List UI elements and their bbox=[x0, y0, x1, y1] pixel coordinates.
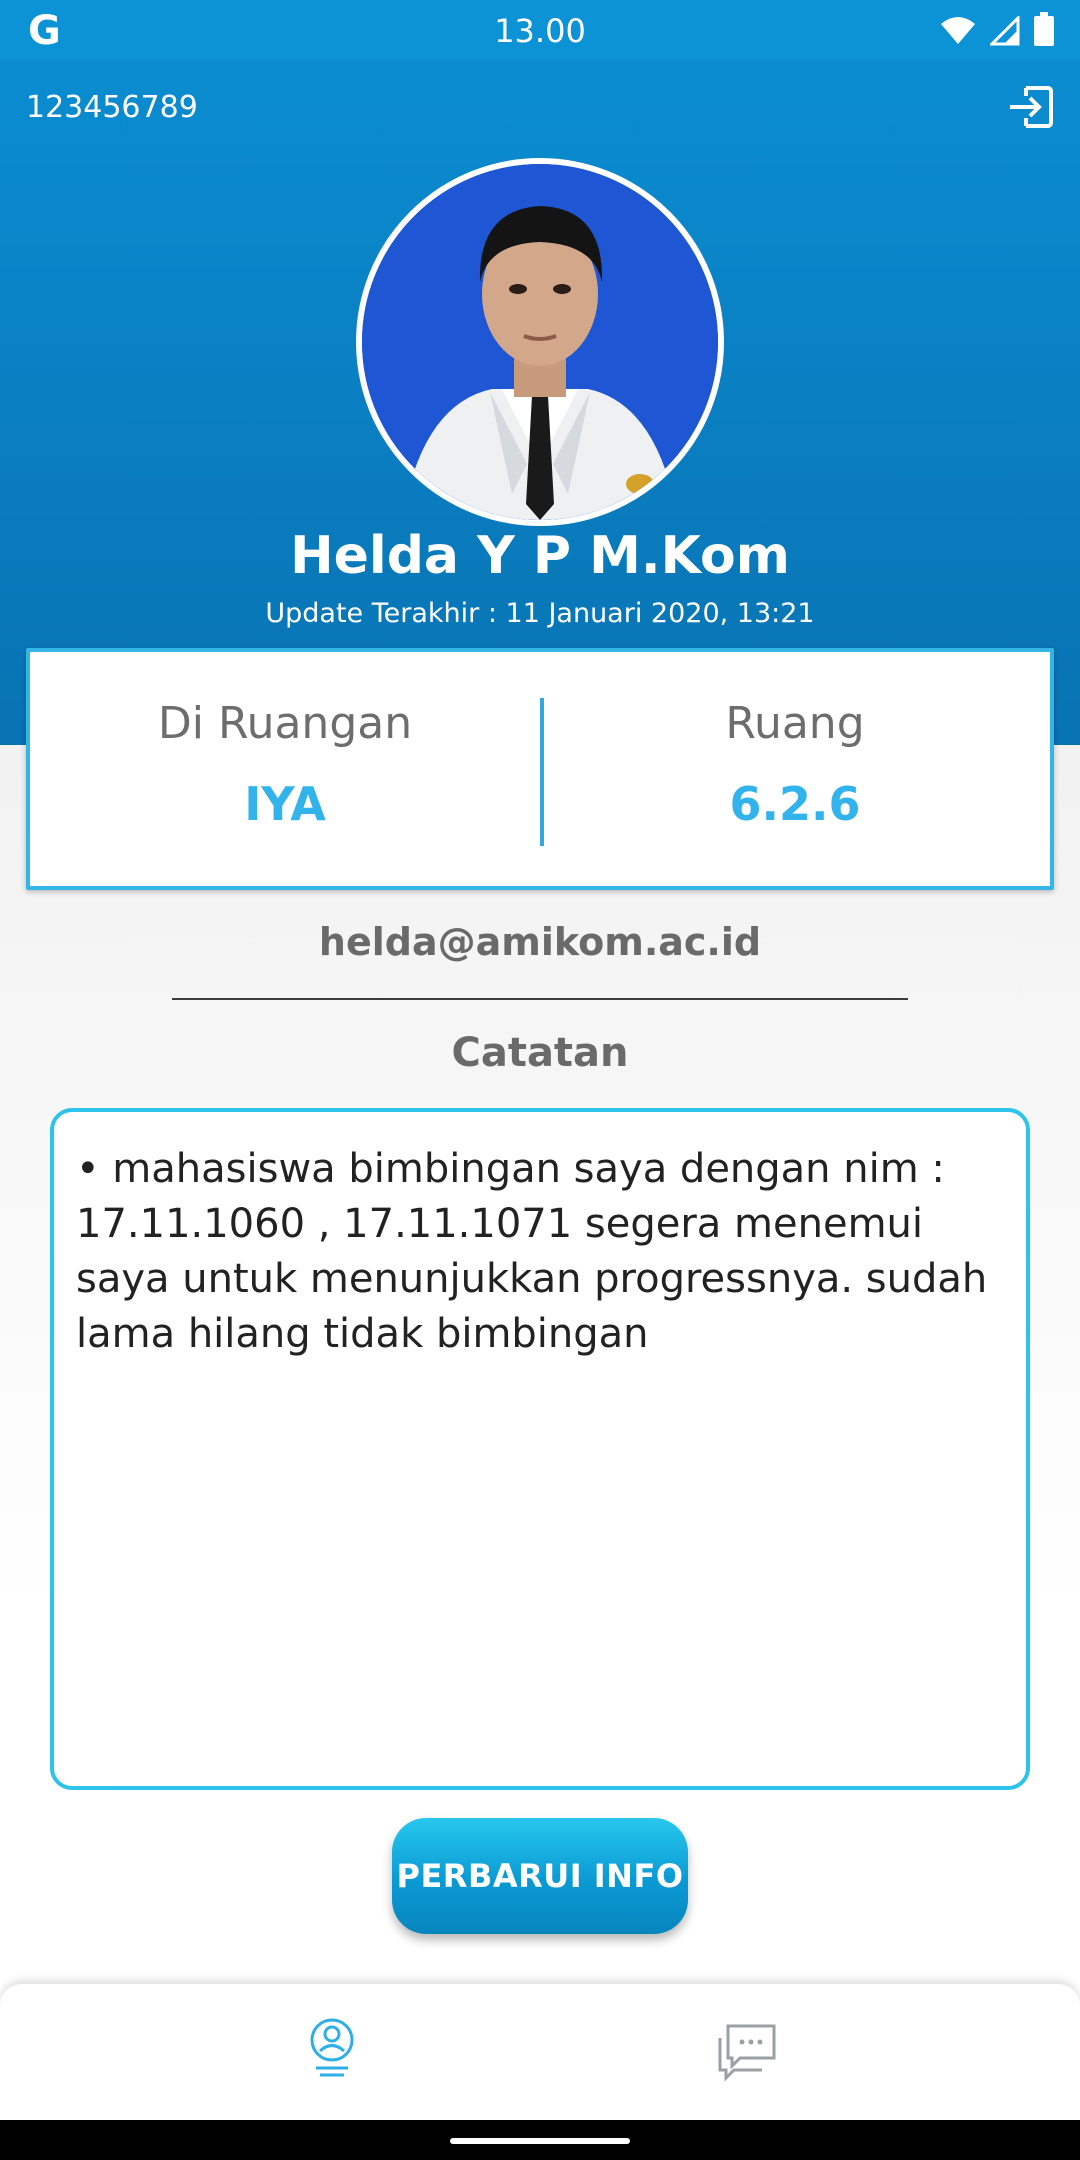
room-value: 6.2.6 bbox=[729, 777, 861, 831]
notes-title: Catatan bbox=[451, 1030, 629, 1076]
room-label: Ruang bbox=[725, 698, 865, 749]
in-room-value: IYA bbox=[244, 777, 326, 831]
status-card: Di Ruangan IYA Ruang 6.2.6 bbox=[26, 648, 1054, 890]
in-room-section: Di Ruangan IYA bbox=[30, 652, 540, 886]
profile-icon[interactable] bbox=[292, 2008, 372, 2088]
logout-icon[interactable] bbox=[1006, 82, 1056, 132]
avatar-portrait bbox=[362, 164, 718, 520]
room-section: Ruang 6.2.6 bbox=[540, 652, 1050, 886]
user-id: 123456789 bbox=[26, 90, 198, 125]
wifi-icon bbox=[941, 17, 975, 44]
signal-icon bbox=[990, 16, 1020, 46]
profile-name: Helda Y P M.Kom bbox=[290, 526, 790, 586]
profile-header: G 13.00 123456789 Helda Y P M.Kom Update… bbox=[0, 0, 1080, 745]
notes-field[interactable]: • mahasiswa bimbingan saya dengan nim : … bbox=[50, 1108, 1030, 1790]
separator-line bbox=[172, 998, 908, 1000]
battery-icon bbox=[1034, 12, 1054, 46]
system-nav-bar bbox=[0, 2120, 1080, 2160]
status-time: 13.00 bbox=[494, 12, 586, 50]
status-icons bbox=[940, 12, 1054, 46]
update-info-button[interactable]: PERBARUI INFO bbox=[392, 1818, 688, 1934]
screen: G 13.00 123456789 Helda Y P M.Kom Update… bbox=[0, 0, 1080, 2160]
last-update: Update Terakhir : 11 Januari 2020, 13:21 bbox=[265, 598, 815, 629]
home-indicator[interactable] bbox=[450, 2138, 630, 2144]
chat-icon[interactable] bbox=[706, 2008, 786, 2088]
status-bar: G 13.00 bbox=[0, 0, 1080, 60]
email-text: helda@amikom.ac.id bbox=[318, 920, 762, 964]
in-room-label: Di Ruangan bbox=[157, 698, 413, 749]
avatar bbox=[356, 158, 724, 526]
bottom-nav bbox=[0, 1984, 1080, 2120]
